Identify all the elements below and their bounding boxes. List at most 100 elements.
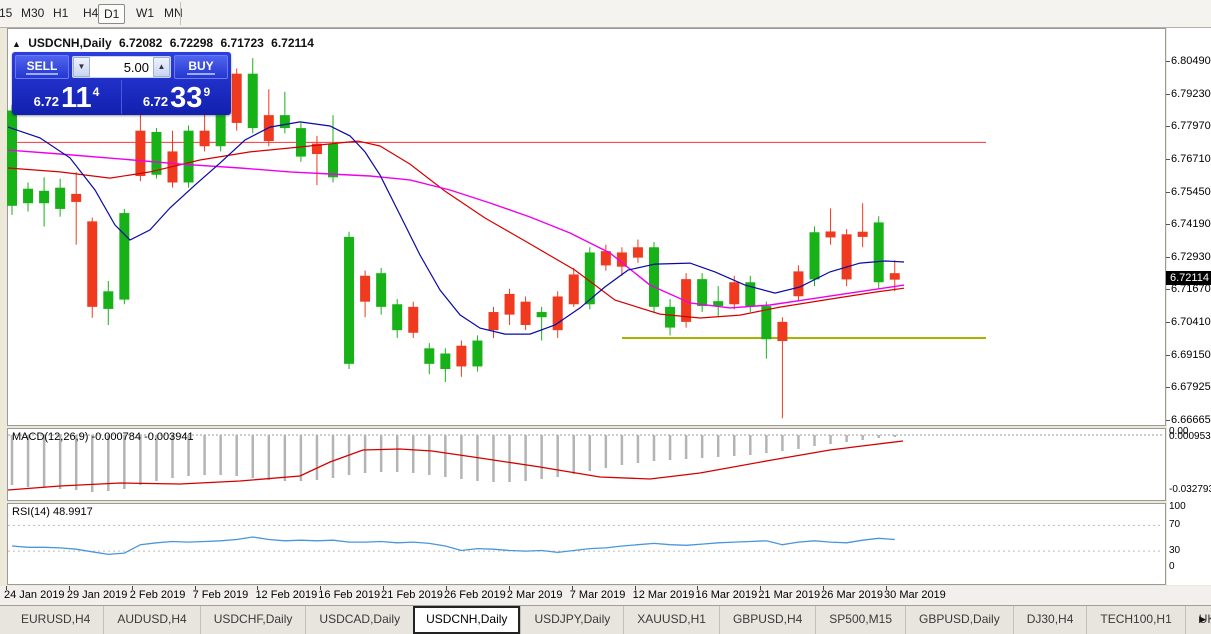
date-axis-label: 16 Mar 2019: [695, 589, 757, 601]
date-axis-tick: [69, 586, 70, 590]
chart-tab-usdcad-daily[interactable]: USDCAD,Daily: [305, 606, 413, 634]
price-axis-tick: [1166, 126, 1170, 127]
price-axis-tick: [1166, 257, 1170, 258]
price-axis-tick: [1166, 322, 1170, 323]
collapse-arrow-icon[interactable]: ▲: [12, 39, 21, 49]
date-axis-tick: [195, 586, 196, 590]
price-axis-tick: [1166, 224, 1170, 225]
macd-axis-top: 0.000953: [1169, 431, 1211, 442]
price-axis-label: 6.69150: [1171, 349, 1211, 361]
price-axis-label: 6.70410: [1171, 316, 1211, 328]
date-axis-tick: [886, 586, 887, 590]
chart-tab-usdjpy-daily[interactable]: USDJPY,Daily: [520, 606, 623, 634]
price-axis-tick: [1166, 192, 1170, 193]
price-axis-tick: [1166, 289, 1170, 290]
buy-button[interactable]: BUY: [174, 55, 228, 79]
macd-label: MACD(12,26,9) -0.000784 -0.003941: [12, 431, 194, 443]
date-axis-tick: [320, 586, 321, 590]
timeframe-button-h1[interactable]: H1: [48, 4, 73, 22]
rsi-pane[interactable]: [7, 503, 1166, 585]
timeframe-button-w1[interactable]: W1: [131, 4, 159, 22]
chart-tab-gbpusd-daily[interactable]: GBPUSD,Daily: [905, 606, 1013, 634]
price-axis-label: 6.66665: [1171, 414, 1211, 426]
chart-tab-ukoil-[interactable]: UKOil,: [1185, 606, 1211, 634]
rsi-label: RSI(14) 48.9917: [12, 506, 93, 518]
date-axis-label: 29 Jan 2019: [67, 589, 128, 601]
chart-tab-xauusd-h1[interactable]: XAUUSD,H1: [623, 606, 719, 634]
date-axis-label: 7 Mar 2019: [570, 589, 626, 601]
date-axis-tick: [635, 586, 636, 590]
chart-tab-gbpusd-h4[interactable]: GBPUSD,H4: [719, 606, 815, 634]
ohlc-close: 6.72114: [271, 36, 314, 50]
price-axis-tick: [1166, 387, 1170, 388]
volume-stepper: ▼ ▲: [72, 56, 171, 78]
date-axis[interactable]: 24 Jan 201929 Jan 20192 Feb 2019 7 Feb 20…: [0, 586, 1211, 606]
price-axis-label: 6.77970: [1171, 120, 1211, 132]
date-axis-tick: [446, 586, 447, 590]
timeframe-button-mn[interactable]: MN: [159, 4, 188, 22]
price-axis-label: 6.75450: [1171, 186, 1211, 198]
date-axis-tick: [823, 586, 824, 590]
timeframe-button-m30[interactable]: M30: [16, 4, 49, 22]
price-axis-tick: [1166, 94, 1170, 95]
sell-button[interactable]: SELL: [15, 55, 69, 79]
ohlc-low: 6.71723: [220, 36, 263, 50]
date-axis-label: 7 Feb 2019: [193, 589, 249, 601]
price-axis-label: 6.74190: [1171, 218, 1211, 230]
volume-input[interactable]: [90, 57, 153, 77]
date-axis-label: 16 Feb 2019: [318, 589, 380, 601]
chart-symbol-title: USDCNH,Daily: [28, 36, 111, 50]
mt4-window: 15M30H1H4D1W1MN ▲ USDCNH,Daily 6.72082 6…: [0, 0, 1211, 634]
price-axis-label: 6.72930: [1171, 251, 1211, 263]
one-click-trading-widget: SELL ▼ ▲ BUY 6.72 11 4 6.72 33 9: [12, 52, 231, 115]
volume-increase-button[interactable]: ▲: [153, 57, 170, 77]
rsi-axis-label: 0: [1169, 561, 1175, 572]
price-axis-tick: [1166, 355, 1170, 356]
timeframe-button-15[interactable]: 15: [0, 4, 17, 22]
toolbar-separator: [180, 2, 181, 25]
tab-scroll-right-icon[interactable]: ▶: [1199, 614, 1206, 625]
date-axis-label: 24 Jan 2019: [4, 589, 65, 601]
price-axis-label: 6.71670: [1171, 283, 1211, 295]
date-axis-label: 26 Mar 2019: [821, 589, 883, 601]
date-axis-tick: [760, 586, 761, 590]
chart-tab-usdchf-daily[interactable]: USDCHF,Daily: [200, 606, 306, 634]
chart-tab-eurusd-h4[interactable]: EURUSD,H4: [8, 606, 103, 634]
macd-axis-bottom: -0.032793: [1169, 484, 1211, 495]
date-axis-label: 2 Feb 2019: [130, 589, 186, 601]
volume-decrease-button[interactable]: ▼: [73, 57, 90, 77]
chart-tab-audusd-h4[interactable]: AUDUSD,H4: [103, 606, 199, 634]
date-axis-tick: [509, 586, 510, 590]
chart-tab-dj30-h4[interactable]: DJ30,H4: [1013, 606, 1087, 634]
chart-tab-usdcnh-daily[interactable]: USDCNH,Daily: [413, 606, 520, 634]
sell-price-display[interactable]: 6.72 11 4: [12, 80, 122, 114]
price-axis-label: 6.80490: [1171, 55, 1211, 67]
chart-title-bar: ▲ USDCNH,Daily 6.72082 6.72298 6.71723 6…: [12, 36, 318, 50]
date-axis-tick: [697, 586, 698, 590]
price-axis-label: 6.79230: [1171, 88, 1211, 100]
timeframe-button-d1[interactable]: D1: [98, 4, 125, 24]
date-axis-label: 30 Mar 2019: [884, 589, 946, 601]
date-axis-tick: [572, 586, 573, 590]
date-axis-tick: [257, 586, 258, 590]
price-axis-tick: [1166, 159, 1170, 160]
date-axis-tick: [6, 586, 7, 590]
chart-tab-sp500-m15[interactable]: SP500,M15: [815, 606, 905, 634]
date-axis-label: 26 Feb 2019: [444, 589, 506, 601]
date-axis-label: 21 Feb 2019: [381, 589, 443, 601]
date-axis-tick: [383, 586, 384, 590]
price-axis-label: 6.67925: [1171, 381, 1211, 393]
price-axis-label: 6.76710: [1171, 153, 1211, 165]
timeframe-toolbar: 15M30H1H4D1W1MN: [0, 0, 1211, 28]
buy-price-display[interactable]: 6.72 33 9: [122, 80, 231, 114]
rsi-axis-label: 30: [1169, 545, 1180, 556]
date-axis-label: 12 Feb 2019: [255, 589, 317, 601]
date-axis-tick: [132, 586, 133, 590]
date-axis-label: 2 Mar 2019: [507, 589, 563, 601]
date-axis-label: 12 Mar 2019: [633, 589, 695, 601]
date-axis-label: 21 Mar 2019: [758, 589, 820, 601]
ohlc-open: 6.72082: [119, 36, 162, 50]
chart-tab-tech100-h1[interactable]: TECH100,H1: [1086, 606, 1184, 634]
current-price-badge: 6.72114: [1166, 271, 1211, 285]
ohlc-high: 6.72298: [170, 36, 213, 50]
